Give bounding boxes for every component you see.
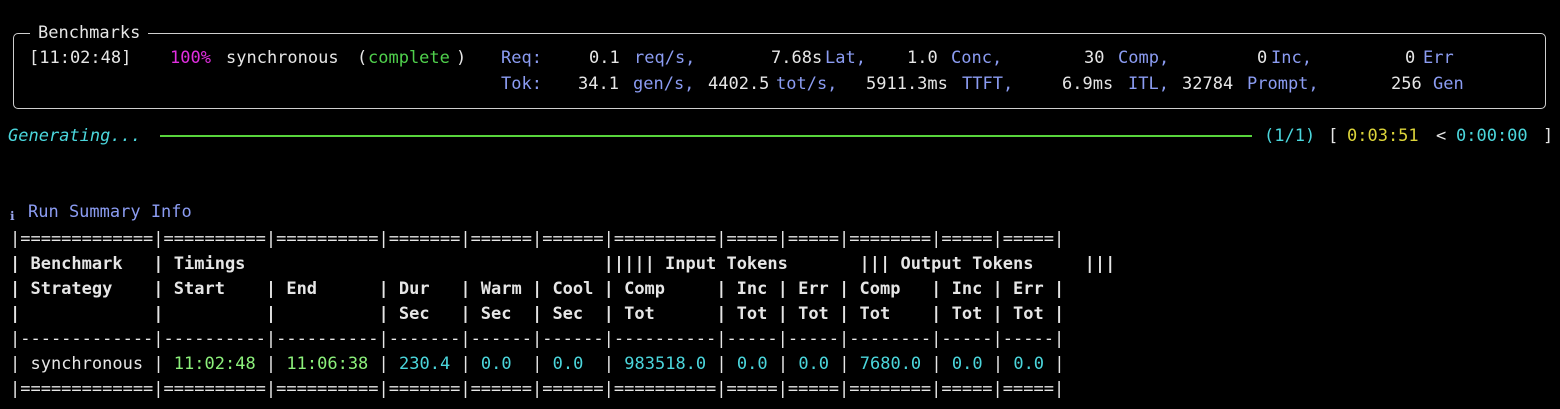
- errors-unit: Err: [1423, 48, 1454, 68]
- progress-percent: 100%: [170, 48, 211, 68]
- latency-value: 7.68s: [771, 48, 823, 68]
- cell-input-inc: 0.0: [736, 354, 768, 374]
- progress-bar: [160, 135, 1252, 137]
- cell-output-comp: 7680.0: [859, 354, 922, 374]
- concurrency-unit: Conc,: [951, 48, 1003, 68]
- cell-strategy: synchronous: [30, 354, 144, 374]
- cell-cool: 0.0: [552, 354, 584, 374]
- time-separator: <: [1436, 126, 1447, 146]
- ttft-value: 5911.3ms: [866, 74, 948, 94]
- panel-title: Benchmarks: [30, 22, 149, 44]
- table-header-row-2: | Strategy | Start | End | Dur | Warm | …: [10, 279, 1065, 299]
- cell-dur: 230.4: [399, 354, 451, 374]
- cell-warm: 0.0: [480, 354, 512, 374]
- header-output-tokens: Output Tokens |||: [890, 254, 1116, 274]
- total-rate-value: 4402.5: [708, 74, 770, 94]
- req-rate-value: 0.1: [589, 48, 620, 68]
- progress-count: (1/1): [1264, 126, 1316, 146]
- total-rate-unit: tot/s,: [776, 74, 838, 94]
- itl-unit: ITL,: [1128, 74, 1169, 94]
- bracket-open: [: [1328, 126, 1339, 146]
- prompt-value: 32784: [1182, 74, 1234, 94]
- ttft-unit: TTFT,: [962, 74, 1014, 94]
- bracket-close: ]: [1543, 126, 1554, 146]
- header-input-tokens: Input Tokens |||: [654, 254, 891, 274]
- status-text: complete: [368, 48, 450, 68]
- cell-end: 11:06:38: [286, 354, 369, 374]
- table-divider: |-------------|----------|----------|---…: [10, 329, 1065, 349]
- gen-tokens-unit: Gen: [1433, 74, 1464, 94]
- concurrency-value: 1.0: [907, 48, 938, 68]
- prompt-unit: Prompt,: [1247, 74, 1319, 94]
- info-icon: ℹ: [10, 209, 15, 223]
- cell-input-err: 0.0: [798, 354, 830, 374]
- gen-rate-unit: gen/s,: [633, 74, 695, 94]
- completed-unit: Comp,: [1118, 48, 1170, 68]
- header-benchmark: | Benchmark: [10, 254, 154, 274]
- incomplete-value: 0: [1257, 48, 1268, 68]
- terminal-window: Benchmarks [11:02:48] 100% synchronous (…: [0, 0, 1560, 409]
- timestamp: [11:02:48]: [29, 48, 132, 68]
- req-rate-unit: req/s,: [634, 48, 696, 68]
- table-row: | synchronous | 11:02:48 | 11:06:38 | 23…: [10, 354, 1065, 374]
- summary-table: |=============|==========|==========|===…: [10, 227, 1115, 402]
- completed-value: 30: [1084, 48, 1105, 68]
- tok-label: Tok:: [501, 74, 542, 94]
- incomplete-unit: Inc,: [1271, 48, 1312, 68]
- gen-rate-value: 34.1: [578, 74, 619, 94]
- status-paren-open: (: [357, 48, 368, 68]
- latency-unit: Lat,: [825, 48, 866, 68]
- remaining-time: 0:00:00: [1456, 126, 1528, 146]
- itl-value: 6.9ms: [1062, 74, 1114, 94]
- cell-output-err: 0.0: [1013, 354, 1045, 374]
- benchmarks-panel: Benchmarks: [13, 22, 1546, 109]
- cell-output-inc: 0.0: [951, 354, 983, 374]
- table-header-row-3: | | | | Sec | Sec | Sec | Tot | Tot | To…: [10, 304, 1065, 324]
- cell-input-comp: 983518.0: [624, 354, 707, 374]
- table-rule-bottom: |=============|==========|==========|===…: [10, 379, 1065, 399]
- gen-tokens-value: 256: [1391, 74, 1422, 94]
- summary-title: Run Summary Info: [28, 202, 192, 222]
- cell-start: 11:02:48: [173, 354, 256, 374]
- table-header-row-1: | Benchmark | Timings ||||| Input Tokens…: [10, 254, 1115, 274]
- elapsed-time: 0:03:51: [1347, 126, 1419, 146]
- status-paren-close: ): [456, 48, 467, 68]
- req-label: Req:: [501, 48, 542, 68]
- errors-value: 0: [1405, 48, 1416, 68]
- table-rule-top: |=============|==========|==========|===…: [10, 229, 1065, 249]
- generating-label: Generating...: [8, 126, 142, 146]
- header-timings: | Timings |||||: [153, 254, 655, 274]
- strategy-name: synchronous: [226, 48, 339, 68]
